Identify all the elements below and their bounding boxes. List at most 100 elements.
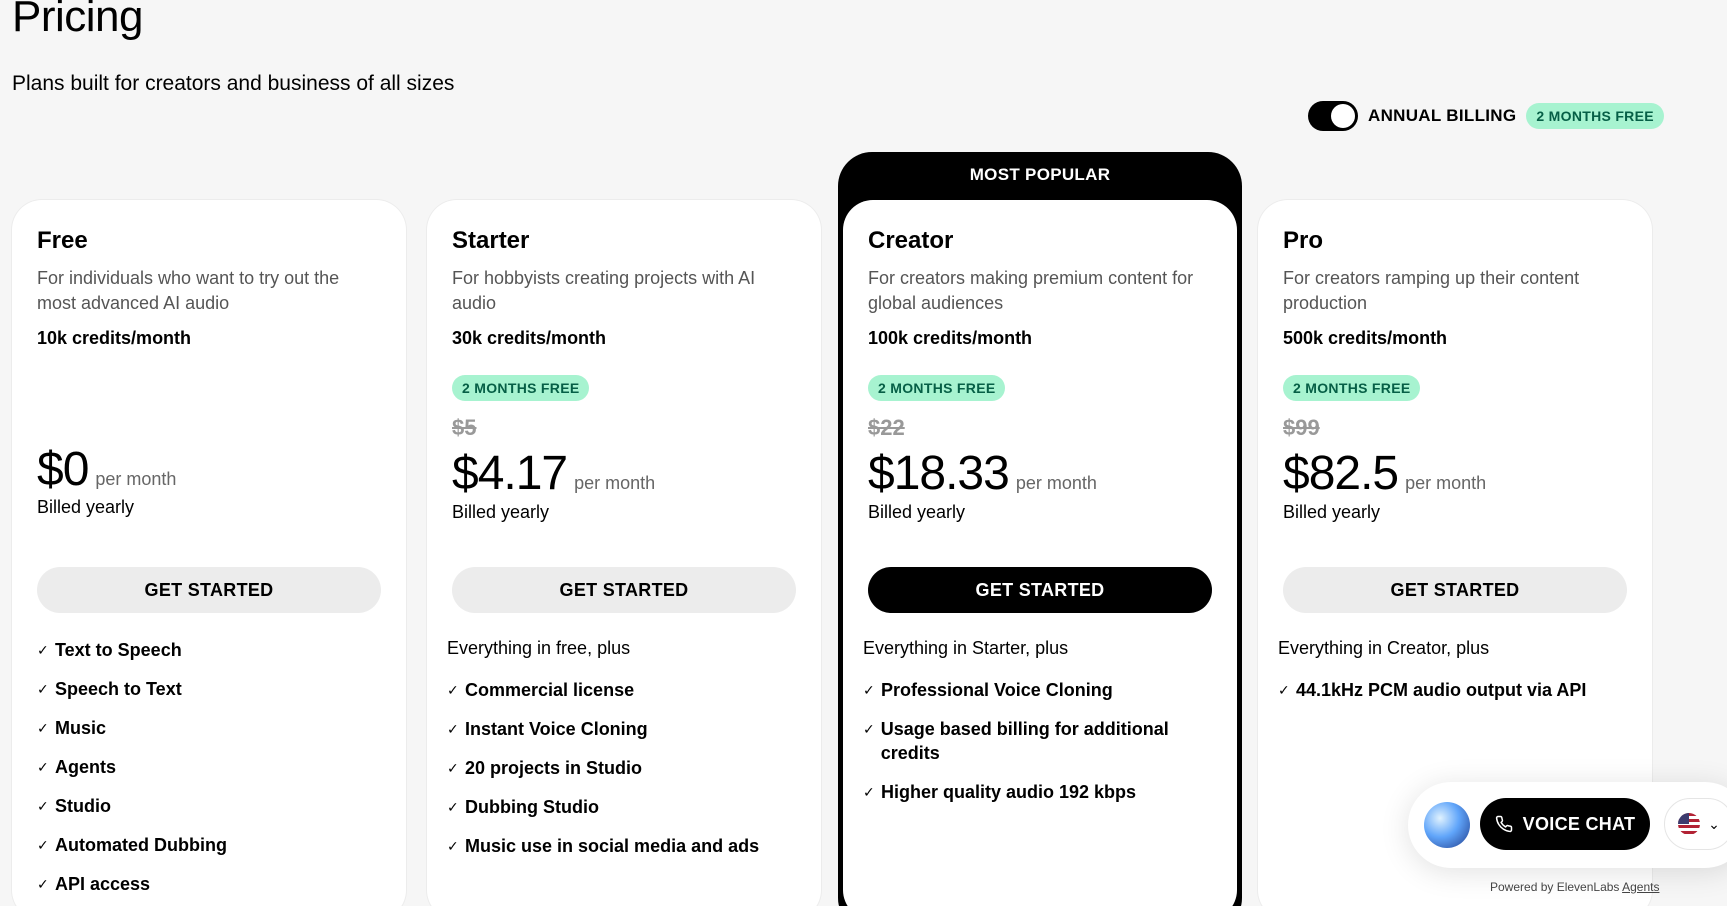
features-intro: Everything in free, plus bbox=[447, 638, 631, 658]
billed-yearly-note: Billed yearly bbox=[37, 497, 135, 517]
feature-item: ✓ Music bbox=[37, 716, 387, 740]
original-price: $5 bbox=[452, 415, 477, 440]
plan-description: For individuals who want to try out the … bbox=[37, 268, 340, 313]
feature-label: Usage based billing for additional credi… bbox=[880, 719, 1169, 763]
page-title: Pricing bbox=[12, 0, 144, 41]
original-price: $22 bbox=[868, 415, 905, 440]
feature-list: ✓ Professional Voice Cloning ✓ Usage based… bbox=[863, 678, 1213, 819]
original-price: $99 bbox=[1283, 415, 1320, 440]
check-icon: ✓ bbox=[37, 876, 49, 892]
feature-item: ✓ Instant Voice Cloning bbox=[447, 717, 797, 741]
voice-chat-label: VOICE CHAT bbox=[1522, 813, 1636, 834]
price-row: $0 per month bbox=[37, 442, 176, 497]
get-started-button-creator[interactable]: GET STARTED bbox=[868, 567, 1212, 613]
check-icon: ✓ bbox=[863, 682, 875, 698]
feature-label: Higher quality audio 192 kbps bbox=[881, 782, 1137, 802]
voice-chat-widget: VOICE CHAT ⌄ bbox=[1408, 782, 1727, 868]
chevron-down-icon: ⌄ bbox=[1708, 815, 1720, 832]
feature-item: ✓ Music use in social media and ads bbox=[447, 834, 797, 858]
billed-yearly-note: Billed yearly bbox=[868, 502, 966, 522]
check-icon: ✓ bbox=[37, 642, 49, 658]
us-flag-icon bbox=[1678, 813, 1701, 835]
get-started-button-starter[interactable]: GET STARTED bbox=[452, 567, 796, 613]
most-popular-label: MOST POPULAR bbox=[969, 165, 1111, 184]
plan-card-creator: Creator For creators making premium cont… bbox=[843, 200, 1237, 906]
plan-price: $4.17 bbox=[452, 447, 568, 500]
feature-label: Instant Voice Cloning bbox=[465, 719, 648, 739]
feature-item: ✓ Studio bbox=[37, 794, 387, 818]
get-started-button-free[interactable]: GET STARTED bbox=[37, 567, 381, 613]
feature-item: ✓ Agents bbox=[37, 755, 387, 779]
months-free-badge: 2 MONTHS FREE bbox=[868, 375, 1006, 401]
features-intro: Everything in Creator, plus bbox=[1278, 638, 1490, 658]
feature-label: 20 projects in Studio bbox=[465, 758, 643, 778]
check-icon: ✓ bbox=[863, 721, 875, 737]
annual-billing-toggle[interactable] bbox=[1308, 101, 1358, 131]
feature-label: Text to Speech bbox=[55, 640, 182, 660]
plan-description: For creators making premium content for … bbox=[868, 268, 1194, 313]
feature-item: ✓ 44.1kHz PCM audio output via API bbox=[1278, 678, 1628, 702]
plan-name: Pro bbox=[1283, 227, 1324, 254]
check-icon: ✓ bbox=[1278, 682, 1290, 698]
billed-yearly-note: Billed yearly bbox=[452, 502, 550, 522]
plan-credits: 500k credits/month bbox=[1283, 328, 1448, 348]
check-icon: ✓ bbox=[37, 837, 49, 853]
months-free-badge: 2 MONTHS FREE bbox=[1283, 375, 1421, 401]
plan-price: $18.33 bbox=[868, 447, 1010, 500]
feature-label: Studio bbox=[55, 796, 111, 816]
feature-label: 44.1kHz PCM audio output via API bbox=[1296, 680, 1587, 700]
plan-card-starter: Starter For hobbyists creating projects … bbox=[427, 200, 821, 906]
feature-label: Speech to Text bbox=[55, 679, 182, 699]
months-free-badge: 2 MONTHS FREE bbox=[452, 375, 590, 401]
features-intro: Everything in Starter, plus bbox=[863, 638, 1069, 658]
check-icon: ✓ bbox=[447, 799, 459, 815]
price-row: $4.17 per month bbox=[452, 446, 655, 501]
feature-item: ✓ Higher quality audio 192 kbps bbox=[863, 780, 1213, 804]
feature-label: Automated Dubbing bbox=[55, 835, 227, 855]
check-icon: ✓ bbox=[37, 720, 49, 736]
price-row: $18.33 per month bbox=[868, 446, 1097, 501]
get-started-button-pro[interactable]: GET STARTED bbox=[1283, 567, 1627, 613]
plan-credits: 10k credits/month bbox=[37, 328, 192, 348]
feature-label: Agents bbox=[55, 757, 117, 777]
annual-billing-label: ANNUAL BILLING bbox=[1368, 106, 1517, 125]
plan-name: Free bbox=[37, 227, 88, 254]
feature-item: ✓ Commercial license bbox=[447, 678, 797, 702]
plan-price: $0 bbox=[37, 443, 89, 496]
plan-name: Creator bbox=[868, 227, 954, 254]
powered-by-agents-link[interactable]: Agents bbox=[1622, 880, 1659, 894]
check-icon: ✓ bbox=[447, 682, 459, 698]
feature-item: ✓ Dubbing Studio bbox=[447, 795, 797, 819]
voice-chat-button[interactable]: VOICE CHAT bbox=[1480, 798, 1650, 850]
powered-by-text: Powered by ElevenLabs bbox=[1490, 880, 1620, 894]
phone-icon bbox=[1495, 815, 1512, 833]
plan-description: For creators ramping up their content pr… bbox=[1283, 268, 1580, 313]
billing-toggle-group: ANNUAL BILLING 2 MONTHS FREE bbox=[1308, 101, 1664, 131]
price-period: per month bbox=[574, 473, 656, 493]
voice-orb-icon[interactable] bbox=[1424, 802, 1470, 848]
feature-label: Music use in social media and ads bbox=[465, 836, 760, 856]
language-selector[interactable]: ⌄ bbox=[1664, 798, 1727, 850]
billed-yearly-note: Billed yearly bbox=[1283, 502, 1381, 522]
feature-item: ✓ Text to Speech bbox=[37, 638, 387, 662]
feature-label: Music bbox=[55, 718, 107, 738]
feature-item: ✓ Usage based billing for additional cred… bbox=[863, 717, 1213, 765]
plan-credits: 100k credits/month bbox=[868, 328, 1033, 348]
feature-list: ✓ Commercial license ✓ Instant Voice Cloni… bbox=[447, 678, 797, 873]
price-period: per month bbox=[95, 469, 177, 489]
months-free-badge: 2 MONTHS FREE bbox=[1526, 103, 1664, 129]
check-icon: ✓ bbox=[447, 838, 459, 854]
feature-label: API access bbox=[55, 874, 151, 894]
feature-item: ✓ API access bbox=[37, 872, 387, 896]
check-icon: ✓ bbox=[863, 784, 875, 800]
plan-credits: 30k credits/month bbox=[452, 328, 607, 348]
feature-item: ✓ Speech to Text bbox=[37, 677, 387, 701]
feature-label: Dubbing Studio bbox=[465, 797, 599, 817]
feature-list: ✓ 44.1kHz PCM audio output via API bbox=[1278, 678, 1628, 717]
powered-by-note: Powered by ElevenLabs Agents bbox=[1490, 880, 1659, 894]
check-icon: ✓ bbox=[37, 681, 49, 697]
feature-item: ✓ Automated Dubbing bbox=[37, 833, 387, 857]
feature-label: Commercial license bbox=[465, 680, 635, 700]
price-period: per month bbox=[1015, 473, 1097, 493]
feature-item: ✓ 20 projects in Studio bbox=[447, 756, 797, 780]
